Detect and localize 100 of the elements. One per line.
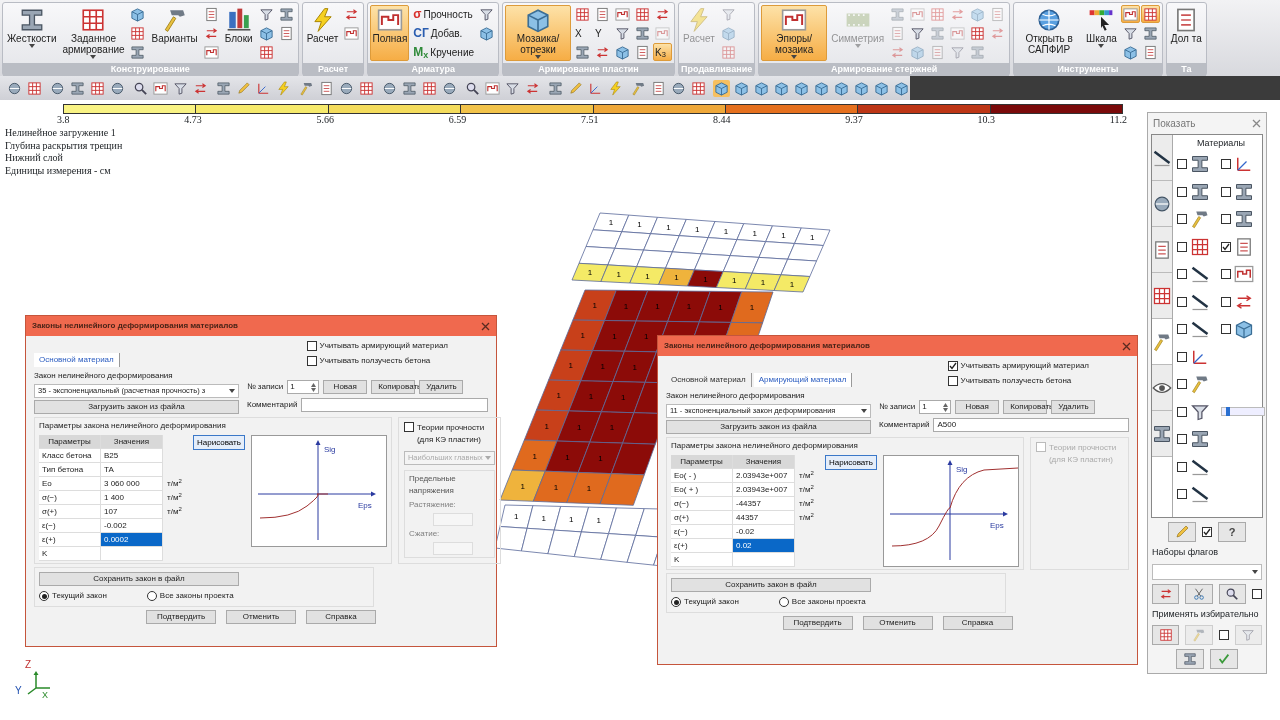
cell-label: 1 [588,392,594,402]
load-button[interactable]: Загрузить закон из файла [34,400,239,414]
panel-title: Показать [1153,117,1196,131]
scale-tick-label: 10.3 [977,114,996,126]
dialog-button[interactable]: Отменить [862,616,933,630]
draw-button[interactable]: Нарисовать [825,455,877,470]
table-cell: Тип бетона [39,463,101,477]
axis-label: X [42,690,48,698]
ribbon-button[interactable]: Блоки [222,5,255,61]
table-cell[interactable]: 1 400 [101,491,163,505]
group-label: Инструменты [1014,63,1162,76]
group-label: Конструирование [3,63,298,76]
table-cell[interactable]: -0.002 [101,519,163,533]
table-cell[interactable]: -44357 [733,497,795,511]
scale-tick-label: 11.2 [1109,114,1127,126]
cell-label: 1 [520,481,525,491]
field-label: Закон нелинейного деформирования [666,390,806,402]
help-button[interactable]: ? [1218,522,1246,542]
tab[interactable]: Основной материал [34,353,120,367]
save-button[interactable]: Сохранить закон в файл [671,578,871,592]
spin-field[interactable]: 1 [919,400,952,414]
table-cell[interactable]: 2.03943e+007 [733,469,795,483]
ribbon-button[interactable]: Шкала [1084,5,1119,61]
cell-label: 1 [623,301,629,311]
table-cell[interactable]: 44357 [733,511,795,525]
unit-label: т/м$^{2}$ [166,505,183,518]
cell-label: 1 [608,218,614,228]
ribbon-button[interactable]: Заданное армирование [60,5,127,61]
checkbox-label: Теории прочности (для КЭ пластин) [1048,442,1118,466]
table-cell[interactable]: 107 [101,505,163,519]
cell-label: 1 [586,484,592,494]
ribbon-button[interactable]: СГ Добав. [411,24,477,42]
dialog-button[interactable]: Подтвердить [146,610,216,624]
tab[interactable]: Основной материал [666,373,752,387]
load-button[interactable]: Загрузить закон из файла [666,420,871,434]
comment-field[interactable]: А500 [933,418,1129,432]
cell-label: 1 [612,331,617,341]
group-label: Расчет [302,63,364,76]
scale-tick-label: 6.59 [448,114,467,126]
table-cell[interactable]: 0.0002 [101,533,163,547]
ribbon-button[interactable]: Жесткости [5,5,59,61]
tab[interactable]: Армирующий материал [753,373,853,387]
table-cell[interactable]: 3 060 000 [101,477,163,491]
field-label: Комментарий [247,399,298,411]
table-cell: ε(+) [671,539,733,553]
cell-label: 1 [532,451,537,461]
dialog-button[interactable]: Справка [942,616,1013,630]
dialog-button[interactable]: Справка [306,610,376,624]
checkbox-label: Учитывать армирующий материал [960,360,1089,372]
table-cell[interactable]: 2.03943e+007 [733,483,795,497]
table-cell[interactable]: B25 [101,449,163,463]
ribbon-button[interactable]: M$_{x}$ Кручение [411,43,477,61]
axis-label: Y [15,685,22,696]
cell-label: 1 [598,453,603,463]
spin-field[interactable]: 1 [287,380,320,394]
ribbon-button[interactable]: Эпюры/мозаика [761,5,828,61]
ribbon-button[interactable]: Мозаика/отрезки [505,5,572,61]
cell-label: 1 [752,228,757,238]
cell-label: 1 [643,332,649,342]
ribbon-button[interactable]: K$_{3}$ [653,43,673,61]
info-text: Единицы измерения - см [5,164,111,177]
ribbon-button[interactable]: Открыть в САПФИР [1016,5,1083,61]
window-title: Законы нелинейного деформирования материалов [664,340,870,352]
table-cell[interactable]: ТА [101,463,163,477]
table-cell: Класс бетона [39,449,101,463]
ribbon-button[interactable]: σ Прочность [411,5,477,23]
cell-label: 1 [632,362,638,372]
table-cell[interactable]: 0.02 [733,539,795,553]
table-cell: σ(+) [671,511,733,525]
ribbon-button[interactable]: Полная [370,5,410,61]
cell-label: 1 [541,513,547,523]
dialog-button[interactable]: Подтвердить [782,616,853,630]
cell-label: 1 [655,302,660,311]
record-button[interactable]: Новая [955,400,1000,414]
ribbon-button[interactable]: X [573,24,593,42]
ribbon-button[interactable]: Y [593,24,613,42]
cell-label: 1 [592,301,597,311]
cell-label: 1 [544,421,549,431]
draw-button[interactable]: Нарисовать [193,435,245,450]
save-button[interactable]: Сохранить закон в файл [39,572,239,586]
group-label: Армирование пластин [503,63,675,76]
ribbon-button[interactable]: Дол та [1168,5,1204,61]
group-title: Предельные напряжения [408,473,457,497]
group-label: Армирование стержней [759,63,1010,76]
cell-label: 1 [577,422,582,432]
record-button[interactable]: Удалить [419,380,464,394]
ribbon-button[interactable]: Варианты [149,5,200,61]
cell-label: 1 [703,274,708,284]
record-button[interactable]: Новая [323,380,368,394]
record-button[interactable]: Удалить [1051,400,1096,414]
cell-label: 1 [718,302,723,312]
column-header: Параметры [39,435,101,449]
checkbox-label: Теории прочности (для КЭ пластин) [416,422,486,446]
unit-label: т/м$^{2}$ [798,511,815,524]
group-label: Арматура [368,63,499,76]
dialog-button[interactable]: Отменить [226,610,296,624]
table-cell: σ(−) [39,491,101,505]
cell-label: 1 [809,232,815,242]
table-cell[interactable]: -0.02 [733,525,795,539]
ribbon-button[interactable]: Расчет [304,5,341,61]
